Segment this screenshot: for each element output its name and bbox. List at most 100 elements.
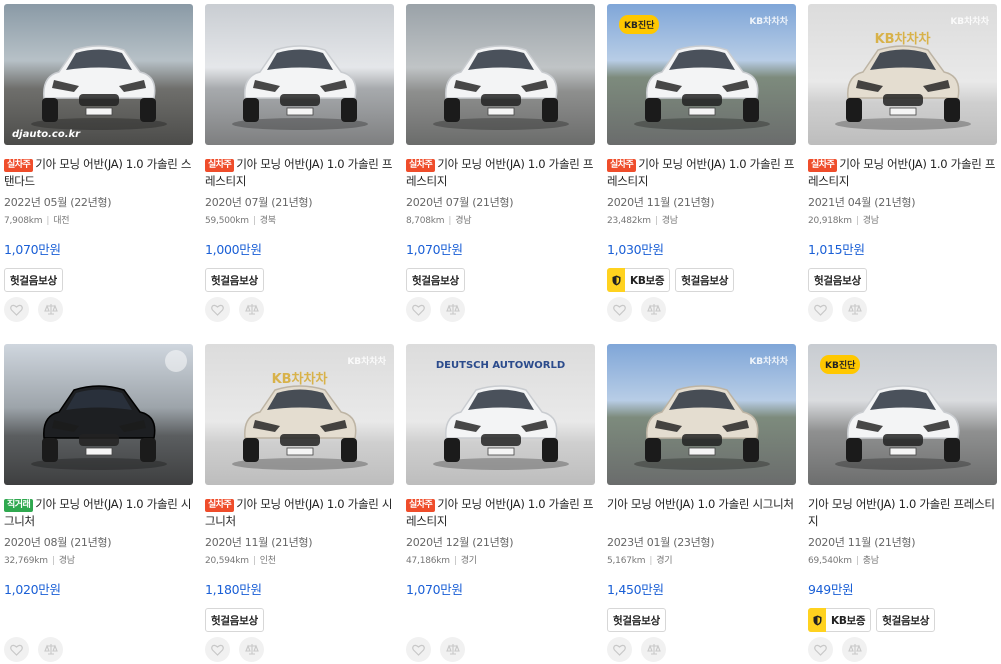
- separator: |: [252, 556, 256, 566]
- mileage: 59,500km: [205, 216, 249, 226]
- wasted-trip-compensation-badge: 헛걸음보상: [675, 268, 735, 292]
- title-text[interactable]: 기아 모닝 어반(JA) 1.0 가솔린 시그니처: [607, 497, 794, 511]
- compare-scale-icon[interactable]: [641, 297, 666, 322]
- kb-chachacha-logo: KB차차차: [874, 32, 931, 47]
- badge-row: [406, 608, 595, 632]
- car-image: [30, 385, 167, 470]
- compare-scale-icon[interactable]: [440, 297, 465, 322]
- listing-title[interactable]: 기아 모닝 어반(JA) 1.0 가솔린 프레스티지: [808, 496, 997, 530]
- listing-year: 2020년 07월 (21년형): [406, 196, 514, 209]
- listing-card[interactable]: 실차주 기아 모닝 어반(JA) 1.0 가솔린 프레스티지 2020년 07월 …: [205, 4, 394, 324]
- card-actions: [205, 297, 264, 322]
- badge-row: 헛걸음보상: [808, 268, 997, 292]
- compare-scale-icon[interactable]: [842, 637, 867, 662]
- card-actions: [406, 637, 465, 662]
- listing-title[interactable]: 실차주 기아 모닝 어반(JA) 1.0 가솔린 프레스티지: [406, 156, 595, 190]
- heart-icon[interactable]: [607, 297, 632, 322]
- compare-scale-icon[interactable]: [440, 637, 465, 662]
- listing-year: 2022년 05월 (22년형): [4, 196, 112, 209]
- card-actions: [607, 297, 666, 322]
- compare-scale-icon[interactable]: [38, 297, 63, 322]
- seller-tag: 실차주: [4, 159, 34, 172]
- listing-price: 1,020만원: [4, 582, 61, 597]
- badge-label: 헛걸음보상: [882, 614, 930, 627]
- listing-title[interactable]: 실차주 기아 모닝 어반(JA) 1.0 가솔린 프레스티지: [406, 496, 595, 530]
- heart-icon[interactable]: [607, 637, 632, 662]
- card-actions: [808, 637, 867, 662]
- badge-row: [4, 608, 193, 632]
- heart-icon[interactable]: [4, 637, 29, 662]
- listing-card[interactable]: KB차차차 KB진단 실차주 기아 모닝 어반(JA) 1.0 가솔린 프레스티지 …: [607, 4, 796, 324]
- car-image: [231, 385, 368, 470]
- listing-thumbnail[interactable]: djauto.co.kr: [4, 4, 193, 145]
- seller-tag: 실차주: [406, 159, 436, 172]
- mileage: 32,769km: [4, 556, 48, 566]
- compare-scale-icon[interactable]: [641, 637, 666, 662]
- listing-thumbnail[interactable]: KB차차차 KB차차차: [205, 344, 394, 485]
- badge-row: KB보증 헛걸음보상: [607, 268, 796, 292]
- mileage: 47,186km: [406, 556, 450, 566]
- listing-thumbnail[interactable]: KB차차차: [607, 344, 796, 485]
- compare-scale-icon[interactable]: [842, 297, 867, 322]
- heart-icon[interactable]: [406, 637, 431, 662]
- kb-watermark: KB차차차: [347, 357, 386, 367]
- listing-card[interactable]: 실차주 기아 모닝 어반(JA) 1.0 가솔린 프레스티지 2020년 07월 …: [406, 4, 595, 324]
- kb-watermark: KB차차차: [749, 17, 788, 27]
- kb-watermark: KB차차차: [749, 357, 788, 367]
- listing-title[interactable]: 기아 모닝 어반(JA) 1.0 가솔린 시그니처: [607, 496, 796, 530]
- listing-card[interactable]: djauto.co.kr 실차주 기아 모닝 어반(JA) 1.0 가솔린 스탠다…: [4, 4, 193, 324]
- badge-row: 헛걸음보상: [205, 268, 394, 292]
- listing-thumbnail[interactable]: KB진단: [808, 344, 997, 485]
- listing-thumbnail[interactable]: [406, 4, 595, 145]
- listing-thumbnail[interactable]: [4, 344, 193, 485]
- listing-card[interactable]: DEUTSCH AUTOWORLD 실차주 기아 모닝 어반(JA) 1.0 가솔…: [406, 344, 595, 664]
- heart-icon[interactable]: [808, 637, 833, 662]
- compare-scale-icon[interactable]: [239, 297, 264, 322]
- listing-thumbnail[interactable]: KB차차차 KB차차차: [808, 4, 997, 145]
- listing-meta: 69,540km | 충남: [808, 553, 997, 566]
- compare-scale-icon[interactable]: [239, 637, 264, 662]
- listing-card[interactable]: 직거래 기아 모닝 어반(JA) 1.0 가솔린 시그니처 2020년 08월 (…: [4, 344, 193, 664]
- kb-diagnosis-badge: KB진단: [820, 355, 861, 374]
- listing-card[interactable]: KB차차차 기아 모닝 어반(JA) 1.0 가솔린 시그니처 2023년 01…: [607, 344, 796, 664]
- listing-title[interactable]: 실차주 기아 모닝 어반(JA) 1.0 가솔린 프레스티지: [808, 156, 997, 190]
- listing-thumbnail[interactable]: KB차차차 KB진단: [607, 4, 796, 145]
- listing-title[interactable]: 실차주 기아 모닝 어반(JA) 1.0 가솔린 프레스티지: [205, 156, 394, 190]
- heart-icon[interactable]: [4, 297, 29, 322]
- separator: |: [855, 216, 859, 226]
- heart-icon[interactable]: [205, 637, 230, 662]
- kb-warranty-badge: KB보증: [808, 608, 872, 632]
- listing-price: 1,070만원: [406, 242, 463, 257]
- seller-tag: 실차주: [205, 159, 235, 172]
- shield-icon: [808, 608, 826, 632]
- listing-thumbnail[interactable]: DEUTSCH AUTOWORLD: [406, 344, 595, 485]
- listing-card[interactable]: KB진단 기아 모닝 어반(JA) 1.0 가솔린 프레스티지 2020년 11…: [808, 344, 997, 664]
- dealer-watermark: djauto.co.kr: [12, 129, 81, 140]
- listing-title[interactable]: 실차주 기아 모닝 어반(JA) 1.0 가솔린 스탠다드: [4, 156, 193, 190]
- listing-title[interactable]: 실차주 기아 모닝 어반(JA) 1.0 가솔린 시그니처: [205, 496, 394, 530]
- listing-year: 2020년 08월 (21년형): [4, 536, 112, 549]
- listing-meta: 8,708km | 경남: [406, 213, 595, 226]
- mileage: 20,594km: [205, 556, 249, 566]
- listing-year: 2020년 12월 (21년형): [406, 536, 514, 549]
- region: 충남: [862, 556, 879, 566]
- seller-tag: 실차주: [607, 159, 637, 172]
- mileage: 69,540km: [808, 556, 852, 566]
- listing-title[interactable]: 실차주 기아 모닝 어반(JA) 1.0 가솔린 프레스티지: [607, 156, 796, 190]
- seller-tag: 실차주: [205, 499, 235, 512]
- card-actions: [4, 297, 63, 322]
- listing-year: 2020년 11월 (21년형): [205, 536, 313, 549]
- expand-icon[interactable]: [165, 350, 187, 372]
- listing-title[interactable]: 직거래 기아 모닝 어반(JA) 1.0 가솔린 시그니처: [4, 496, 193, 530]
- listing-grid: djauto.co.kr 실차주 기아 모닝 어반(JA) 1.0 가솔린 스탠다…: [4, 4, 997, 664]
- listing-card[interactable]: KB차차차 KB차차차 실차주 기아 모닝 어반(JA) 1.0 가솔린 시그니처 …: [205, 344, 394, 664]
- heart-icon[interactable]: [808, 297, 833, 322]
- heart-icon[interactable]: [406, 297, 431, 322]
- compare-scale-icon[interactable]: [38, 637, 63, 662]
- heart-icon[interactable]: [205, 297, 230, 322]
- listing-card[interactable]: KB차차차 KB차차차 실차주 기아 모닝 어반(JA) 1.0 가솔린 프레스티지…: [808, 4, 997, 324]
- listing-price: 1,070만원: [406, 582, 463, 597]
- badge-label: 헛걸음보상: [412, 274, 459, 287]
- listing-thumbnail[interactable]: [205, 4, 394, 145]
- title-text[interactable]: 기아 모닝 어반(JA) 1.0 가솔린 프레스티지: [808, 497, 995, 528]
